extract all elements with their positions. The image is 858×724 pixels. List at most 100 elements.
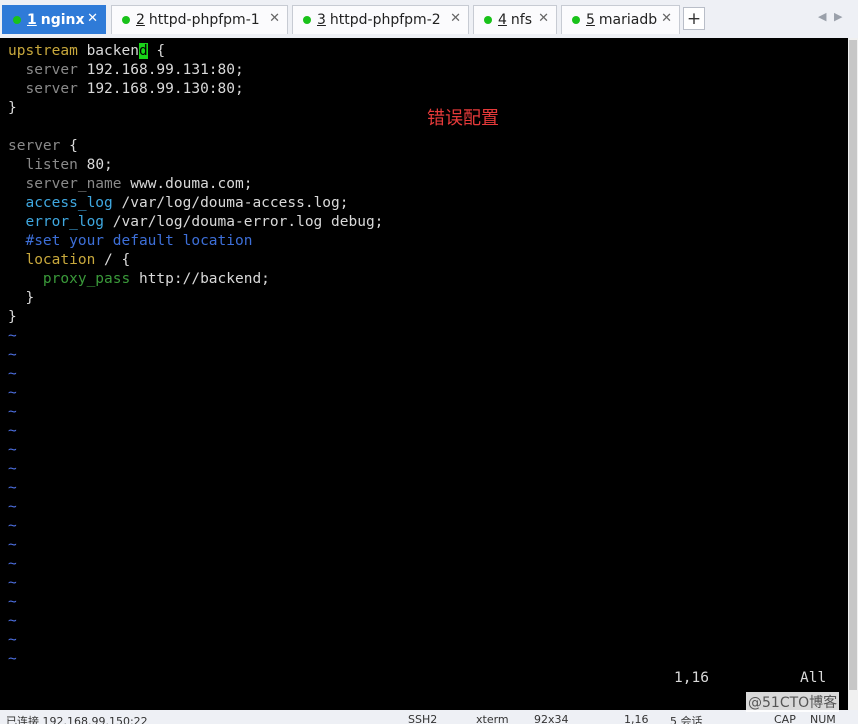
empty-line-tilde: ~ [8,537,17,553]
code-line: upstream backend { [8,42,165,61]
status-dot-icon [13,16,21,24]
value: / { [95,252,131,268]
keyword: error_log [25,214,105,230]
code-line: } [8,308,17,327]
empty-line-tilde: ~ [8,442,17,458]
tab-httpd-phpfpm-2[interactable]: 3 httpd-phpfpm-2 ✕ [292,5,469,34]
empty-line-tilde: ~ [8,594,17,610]
code-line: access_log /var/log/douma-access.log; [8,194,348,213]
keyword: server [25,62,78,78]
empty-line-tilde: ~ [8,518,17,534]
code-line: #set your default location [8,232,252,251]
empty-line-tilde: ~ [8,499,17,515]
tab-nfs[interactable]: 4 nfs ✕ [473,5,557,34]
tab-nginx[interactable]: 1 nginx ✕ [2,5,106,34]
scroll-tabs-left-icon[interactable]: ◀ [818,10,826,23]
upstream-name: backen [86,43,139,59]
session-count: 5 会话 [670,715,703,724]
value: www.douma.com; [121,176,253,192]
value: http://backend; [130,271,270,287]
keyword: upstream [8,43,78,59]
terminal-view[interactable]: upstream backend { server 192.168.99.131… [0,38,848,710]
empty-line-tilde: ~ [8,404,17,420]
empty-line-tilde: ~ [8,461,17,477]
empty-line-tilde: ~ [8,651,17,667]
keyword: proxy_pass [42,271,131,287]
empty-line-tilde: ~ [8,385,17,401]
code-line: error_log /var/log/douma-error.log debug… [8,213,383,232]
scroll-tabs-right-icon[interactable]: ▶ [834,10,842,23]
empty-line-tilde: ~ [8,575,17,591]
code-line: } [8,99,17,118]
empty-line-tilde: ~ [8,328,17,344]
terminal-type: xterm [476,713,509,724]
empty-line-tilde: ~ [8,632,17,648]
tab-httpd-phpfpm-1[interactable]: 2 httpd-phpfpm-1 ✕ [111,5,288,34]
value: 192.168.99.131:80; [77,62,244,78]
empty-line-tilde: ~ [8,556,17,572]
protocol-status: SSH2 [408,713,438,724]
value: /var/log/douma-access.log; [112,195,349,211]
empty-line-tilde: ~ [8,366,17,382]
tab-number: 1 [27,12,37,28]
empty-line-tilde: ~ [8,480,17,496]
tab-number: 2 [136,12,145,28]
brace: } [8,100,17,116]
status-dot-icon [572,16,580,24]
tab-label: httpd-phpfpm-1 [148,12,260,28]
brace: } [25,290,35,306]
keyword: server_name [25,176,122,192]
scrollbar-thumb[interactable] [849,40,857,690]
status-dot-icon [484,16,492,24]
text-cursor: d [138,43,148,59]
code-line: location / { [8,251,130,270]
watermark: @51CTO博客 [746,692,840,712]
empty-line-tilde: ~ [8,613,17,629]
tab-label: nfs [510,12,533,28]
tab-number: 5 [586,12,595,28]
code-line: proxy_pass http://backend; [8,270,270,289]
cursor-position: 1,16 [674,670,709,686]
status-bar: 已连接 192.168.99.150:22 SSH2 xterm 92x34 1… [0,710,858,724]
code-line: server_name www.douma.com; [8,175,252,194]
caps-lock-status: CAP [774,713,796,724]
tab-label: nginx [40,12,85,28]
keyword: server [8,138,61,154]
keyword: listen [25,157,78,173]
connection-status: 已连接 192.168.99.150:22 [6,715,148,724]
brace: { [60,138,78,154]
close-icon[interactable]: ✕ [450,11,461,26]
annotation-label: 错误配置 [427,108,499,129]
brace: { [147,43,166,59]
code-line: server { [8,137,78,156]
terminal-size: 92x34 [534,713,569,724]
cursor-status: 1,16 [624,713,649,724]
comment: #set your default location [25,233,253,249]
num-lock-status: NUM [810,713,836,724]
tab-bar: 1 nginx ✕ 2 httpd-phpfpm-1 ✕ 3 httpd-php… [0,0,858,38]
close-icon[interactable]: ✕ [661,11,672,26]
tab-label: httpd-phpfpm-2 [329,12,441,28]
tab-label: mariadb [598,12,658,28]
empty-line-tilde: ~ [8,423,17,439]
brace: } [8,309,17,325]
code-line: listen 80; [8,156,113,175]
add-tab-button[interactable]: + [683,7,705,30]
value: /var/log/douma-error.log debug; [104,214,384,230]
code-line: server 192.168.99.131:80; [8,61,244,80]
keyword: server [25,81,78,97]
vertical-scrollbar[interactable] [848,38,858,710]
tab-number: 4 [498,12,507,28]
keyword: access_log [25,195,113,211]
value: 80; [77,157,113,173]
tab-number: 3 [317,12,326,28]
scroll-position: All [800,670,827,686]
close-icon[interactable]: ✕ [87,11,98,26]
close-icon[interactable]: ✕ [269,11,280,26]
code-line: server 192.168.99.130:80; [8,80,243,99]
close-icon[interactable]: ✕ [538,11,549,26]
status-dot-icon [303,16,311,24]
tab-mariadb[interactable]: 5 mariadb ✕ [561,5,680,34]
empty-line-tilde: ~ [8,347,17,363]
code-line: } [8,289,34,308]
